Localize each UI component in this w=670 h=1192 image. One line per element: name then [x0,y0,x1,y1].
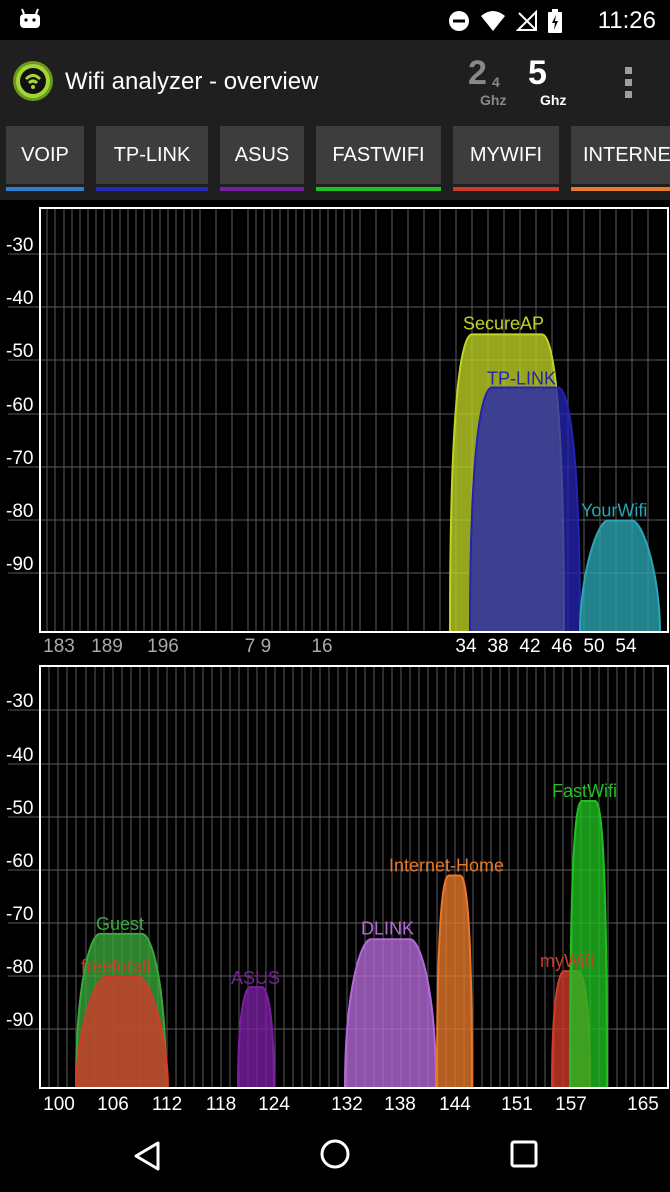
tab-internet[interactable]: INTERNE [571,126,670,191]
x-tick-label: 144 [439,1094,471,1115]
tab-label: MYWIFI [469,143,543,166]
band-24-major: 2 [468,54,487,92]
tab-label: INTERNE [583,143,670,166]
band-5-major: 5 [528,54,547,92]
tab-label: FASTWIFI [332,143,425,166]
tab-tp-link[interactable]: TP-LINK [96,126,208,191]
tab-label: VOIP [21,143,69,166]
x-tick-label: 50 [583,636,604,657]
x-tick-label: 196 [147,636,179,657]
band-24-minor: 4 [492,74,500,90]
tab-underline [571,187,670,191]
band-5-unit: Ghz [540,92,567,108]
tab-underline [6,187,84,191]
x-tick-label: 7 9 [245,636,271,657]
tab-underline [96,187,208,191]
tab-underline [316,187,441,191]
x-tick-label: 157 [555,1094,587,1115]
y-tick-label: -70 [6,448,33,469]
x-tick-label: 183 [43,636,75,657]
y-tick-label: -40 [6,288,33,309]
y-tick-label: -60 [6,851,33,872]
app-title: Wifi analyzer - overview [65,68,319,95]
tab-underline [220,187,304,191]
y-tick-label: -70 [6,904,33,925]
wifi-icon [481,11,505,31]
app-logo-icon [13,61,53,101]
x-tick-label: 151 [501,1094,533,1115]
no-signal-icon [516,10,537,31]
y-tick-label: -90 [6,554,33,575]
battery-icon [548,9,562,33]
series-label-yourwifi: YourWifi [581,500,647,520]
band-24ghz-button[interactable]: 2 4 Ghz [468,54,506,108]
navigation-bar [0,1120,670,1192]
x-tick-label: 34 [455,636,477,657]
x-tick-label: 124 [258,1094,290,1115]
y-tick-label: -40 [6,745,33,766]
back-icon[interactable] [132,1140,162,1172]
x-tick-label: 38 [487,636,508,657]
x-tick-label: 132 [331,1094,363,1115]
more-options-icon[interactable] [620,64,636,100]
y-tick-label: -80 [6,501,33,522]
band-24-unit: Ghz [480,92,507,108]
series-label-fastwifi: FastWifi [552,781,617,801]
clock: 11:26 [597,7,656,34]
x-tick-label: 106 [97,1094,129,1115]
series-label-dlink: DLINK [361,918,414,938]
series-label-mywifi: myWifi [540,951,594,971]
chart-5ghz-channels: Guest freefotall ASUS DLINK Internet-Home myW… [6,665,669,1115]
tab-fastwifi[interactable]: FASTWIFI [316,126,441,191]
y-tick-label: -80 [6,957,33,978]
x-tick-label: 138 [384,1094,416,1115]
series-label-guest: Guest [96,914,144,934]
x-tick-label: 112 [152,1094,182,1115]
android-icon [20,8,40,28]
x-tick-label: 54 [615,636,637,657]
y-tick-label: -60 [6,395,33,416]
x-tick-label: 189 [91,636,123,657]
tab-asus[interactable]: ASUS [220,126,304,191]
tab-mywifi[interactable]: MYWIFI [453,126,559,191]
tab-label: TP-LINK [113,143,191,166]
x-tick-label: 42 [519,636,540,657]
chart-2ghz-channels: SecureAP TP-LINK YourWifi -30 -40 -50 -60 -70 -8… [6,207,669,657]
series-label-secureap: SecureAP [463,313,544,333]
x-tick-label: 118 [206,1094,236,1115]
signal-curve-fastwifi [568,800,609,1089]
signal-curve-dlink [343,938,438,1089]
series-label-freefotall: freefotall [81,956,150,976]
signal-curve-asus [236,986,276,1089]
recents-icon[interactable] [509,1139,539,1169]
tab-voip[interactable]: VOIP [6,126,84,191]
x-tick-label: 100 [43,1094,75,1115]
y-tick-label: -30 [6,691,33,712]
app-bar: Wifi analyzer - overview 2 4 Ghz 5 Ghz [0,40,670,122]
signal-curve-internet-home [435,874,474,1089]
band-5ghz-button[interactable]: 5 Ghz [528,54,566,108]
network-tabs: VOIP TP-LINK ASUS FASTWIFI MYWIFI INTERN… [0,122,670,200]
y-tick-label: -90 [6,1010,33,1031]
x-tick-label: 16 [311,636,332,657]
series-label-asus: ASUS [231,968,280,988]
x-tick-label: 46 [551,636,572,657]
y-tick-label: -50 [6,798,33,819]
series-label-tp-link: TP-LINK [487,369,556,389]
y-tick-label: -50 [6,341,33,362]
status-bar: 11:26 [0,0,670,40]
series-label-internet-home: Internet-Home [389,855,504,875]
tab-underline [453,187,559,191]
x-tick-label: 165 [627,1094,659,1115]
y-tick-label: -30 [6,235,33,256]
dnd-icon [449,11,469,31]
tab-label: ASUS [234,143,290,166]
signal-curve-tp-link [468,386,582,633]
home-icon[interactable] [319,1138,351,1170]
